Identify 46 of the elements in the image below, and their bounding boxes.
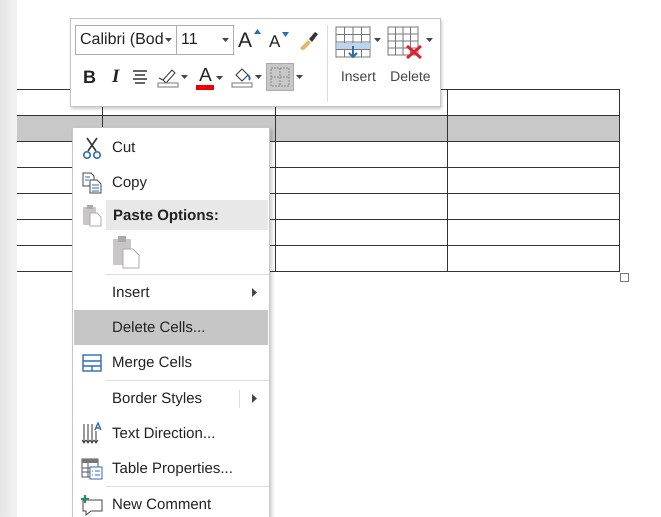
font-color-button[interactable]: A	[192, 63, 228, 91]
merge-cells-icon	[82, 354, 102, 372]
menu-item[interactable]: Cut	[74, 130, 268, 165]
resize-handle[interactable]	[620, 273, 629, 282]
caret-icon	[255, 75, 262, 79]
submenu-arrow-icon	[252, 288, 256, 297]
italic-button[interactable]: I	[104, 63, 128, 91]
copy-icon	[82, 172, 102, 194]
font-field[interactable]: Calibri (Bod	[75, 25, 177, 55]
caret-icon	[181, 75, 188, 79]
insert-table-icon	[335, 26, 374, 60]
menu-item[interactable]: Copy	[74, 165, 268, 200]
grow-font-button[interactable]: A	[234, 26, 266, 54]
insert-table-button[interactable]: Insert	[332, 25, 384, 85]
caret-icon	[222, 38, 229, 42]
delete-table-button[interactable]: Delete	[384, 25, 436, 85]
font-size-text: 11	[181, 31, 198, 49]
scissors-icon	[82, 136, 102, 158]
color-bar-icon	[196, 85, 214, 90]
paint-bucket-icon	[231, 66, 254, 88]
menu-item[interactable]: Delete Cells...	[74, 310, 268, 345]
caret-icon	[165, 38, 172, 42]
menu-item[interactable]: Insert	[74, 275, 268, 310]
borders-grid-icon	[270, 67, 290, 87]
triangle-down-icon	[282, 32, 290, 37]
caret-icon	[296, 75, 304, 79]
caret-icon	[216, 76, 224, 80]
center-align-icon	[131, 69, 150, 85]
triangle-up-icon	[254, 29, 262, 34]
font-name-text: Calibri (Bod	[80, 31, 164, 49]
text-direction-icon	[81, 422, 103, 446]
table-properties-icon	[81, 458, 103, 480]
caret-icon	[426, 38, 434, 42]
clipboard-icon	[112, 235, 140, 269]
menu-item[interactable]: Text Direction...	[74, 416, 268, 451]
shrink-font-button[interactable]: A	[265, 26, 294, 54]
font-size-field[interactable]: 11	[176, 25, 234, 55]
menu-heading: Paste Options:	[106, 200, 268, 230]
submenu-arrow-icon	[252, 394, 256, 403]
menu-item[interactable]: Border Styles	[74, 381, 268, 416]
bold-button[interactable]: B	[75, 63, 104, 91]
menu-item[interactable]: New Comment	[74, 487, 268, 517]
menu-item[interactable]: Table Properties...	[74, 451, 268, 486]
caret-icon	[374, 38, 382, 42]
menu-item[interactable]: Merge Cells	[74, 345, 268, 380]
clipboard-icon	[82, 203, 102, 227]
